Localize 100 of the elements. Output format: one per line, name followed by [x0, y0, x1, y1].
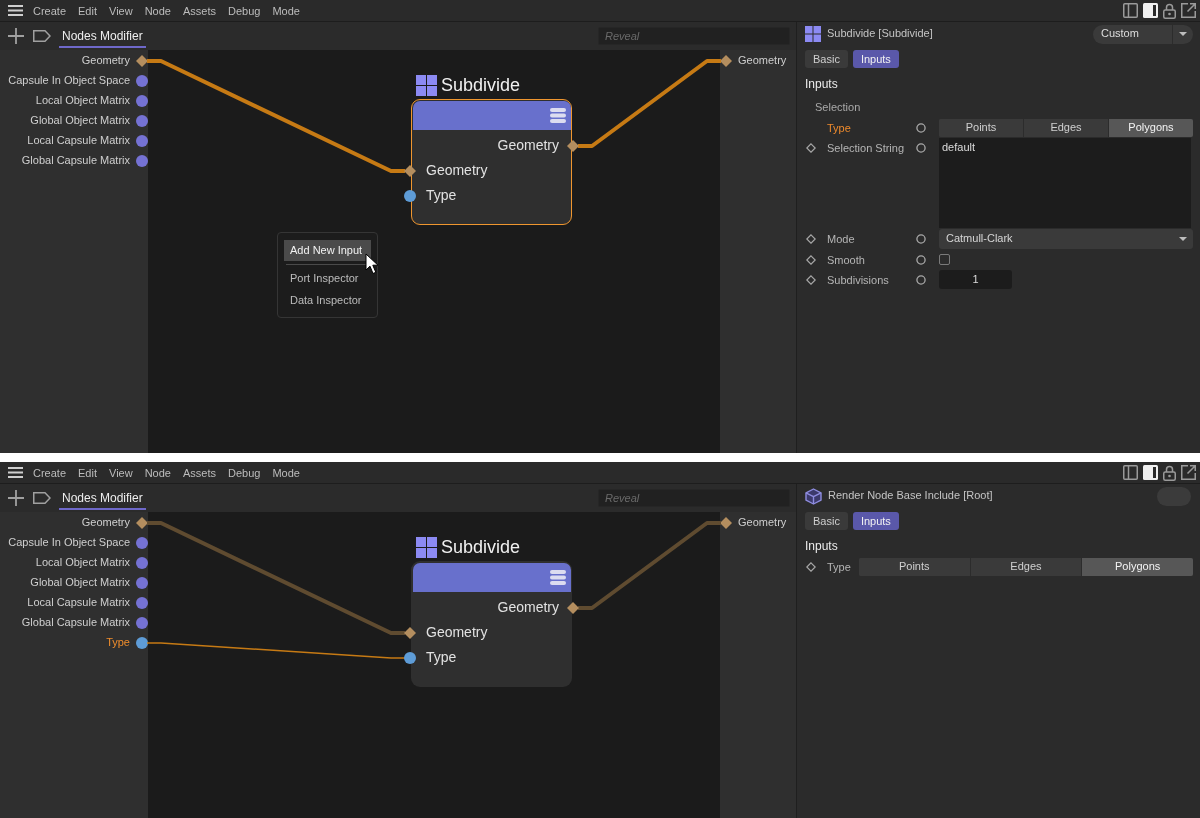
node-card[interactable]: Geometry Geometry Type: [404, 561, 579, 687]
text-area[interactable]: default: [939, 138, 1191, 228]
tab[interactable]: Basic: [805, 50, 848, 68]
menu-item[interactable]: Edit: [72, 0, 103, 21]
menu-item[interactable]: Assets: [176, 0, 222, 21]
search-field[interactable]: Reveal: [598, 489, 790, 507]
port-label: Capsule In Object Space: [8, 536, 130, 550]
panel-title: Subdivide [Subdivide]: [827, 27, 933, 41]
menu-item[interactable]: Create: [27, 0, 73, 21]
port-dot-icon[interactable]: [136, 597, 148, 609]
section-heading: Inputs: [805, 76, 839, 92]
port-diamond-icon[interactable]: [404, 627, 416, 639]
mode-dropdown[interactable]: Catmull-Clark: [939, 229, 1193, 249]
segment-option[interactable]: Polygons: [1108, 119, 1193, 137]
panel-icon[interactable]: [1143, 465, 1158, 480]
port-diamond-icon[interactable]: [720, 55, 732, 67]
port-diamond-icon[interactable]: [404, 165, 416, 177]
menu-item[interactable]: Node: [138, 0, 177, 21]
layout-icon[interactable]: [1123, 465, 1138, 480]
menu-item[interactable]: Port Inspector: [284, 267, 371, 289]
port-dot-icon[interactable]: [136, 135, 148, 147]
menu-icon[interactable]: [8, 5, 23, 16]
port-circle-icon[interactable]: [916, 123, 926, 133]
plus-icon[interactable]: [8, 28, 24, 44]
port-dot-icon[interactable]: [136, 95, 148, 107]
port-label: Local Object Matrix: [35, 94, 130, 108]
port-dot-icon[interactable]: [136, 557, 148, 569]
port-diamond-icon[interactable]: [567, 602, 579, 614]
menu-item[interactable]: Edit: [72, 462, 103, 483]
port-diamond-icon[interactable]: [136, 517, 148, 529]
keyframe-icon[interactable]: [806, 234, 816, 244]
menu-item[interactable]: View: [103, 462, 139, 483]
keyframe-icon[interactable]: [806, 274, 816, 285]
port-diamond-icon[interactable]: [136, 55, 148, 67]
field-label: Smooth: [827, 252, 866, 268]
node-card[interactable]: Geometry Geometry Type: [404, 99, 579, 225]
keyframe-icon[interactable]: [806, 143, 816, 153]
port-label: Global Capsule Matrix: [21, 154, 130, 168]
number-field[interactable]: 1: [939, 270, 1012, 289]
port-dot-icon[interactable]: [136, 537, 148, 549]
menu-item[interactable]: Mode: [266, 0, 306, 21]
menu-item[interactable]: Data Inspector: [284, 289, 371, 311]
panel-icon[interactable]: [1143, 3, 1158, 18]
port-circle-icon[interactable]: [916, 254, 926, 265]
port-circle-icon[interactable]: [916, 234, 926, 244]
panel-title: Render Node Base Include [Root]: [828, 489, 993, 503]
node-grid-icon: [416, 74, 437, 96]
port-label: Local Object Matrix: [35, 556, 130, 570]
checkbox[interactable]: [939, 254, 950, 265]
expand-icon[interactable]: [1181, 3, 1196, 18]
lock-icon[interactable]: [1163, 2, 1176, 19]
port-dot-icon[interactable]: [404, 190, 416, 202]
port-dot-icon[interactable]: [136, 155, 148, 167]
port-dot-icon[interactable]: [136, 637, 148, 649]
preset-dropdown[interactable]: Custom: [1093, 24, 1193, 44]
lock-icon[interactable]: [1163, 464, 1176, 481]
search-field[interactable]: Reveal: [598, 27, 790, 45]
tab[interactable]: Basic: [805, 512, 848, 530]
port-circle-icon[interactable]: [916, 143, 926, 153]
port-label: Type: [426, 187, 457, 205]
field-label: Subdivisions: [827, 272, 890, 288]
port-dot-icon[interactable]: [136, 577, 148, 589]
caret-icon: [1179, 32, 1187, 36]
port-label: Global Capsule Matrix: [21, 616, 130, 630]
port-label: Geometry: [426, 624, 488, 642]
menu-item[interactable]: Add New Input: [284, 240, 371, 261]
caret-icon: [1179, 237, 1187, 241]
section-heading: Inputs: [805, 538, 839, 554]
port-label: Geometry: [81, 516, 130, 530]
menu-item[interactable]: Debug: [221, 0, 267, 21]
port-dot-icon[interactable]: [136, 617, 148, 629]
port-diamond-icon[interactable]: [567, 140, 579, 152]
node-grid-icon: [805, 26, 821, 42]
menu-icon[interactable]: [8, 467, 23, 478]
port-label: Type: [426, 649, 457, 667]
port-circle-icon[interactable]: [916, 274, 926, 285]
editor-tab[interactable]: Nodes Modifier: [59, 24, 146, 48]
expand-icon[interactable]: [1181, 465, 1196, 480]
tag-icon[interactable]: [33, 492, 51, 504]
tab[interactable]: Inputs: [852, 50, 899, 68]
port-dot-icon[interactable]: [136, 75, 148, 87]
plus-icon[interactable]: [8, 490, 24, 506]
menu-item[interactable]: Mode: [266, 462, 306, 483]
port-dot-icon[interactable]: [136, 115, 148, 127]
menu-item[interactable]: View: [103, 0, 139, 21]
node-grid-icon: [416, 536, 437, 558]
tab[interactable]: Inputs: [852, 512, 899, 530]
tag-icon[interactable]: [33, 30, 51, 42]
menu-item[interactable]: Node: [138, 462, 177, 483]
port-diamond-icon[interactable]: [720, 517, 732, 529]
segment-option[interactable]: Polygons: [1081, 558, 1193, 576]
menu-item[interactable]: Debug: [221, 462, 267, 483]
menu-item[interactable]: Create: [27, 462, 73, 483]
editor-tab[interactable]: Nodes Modifier: [59, 486, 146, 510]
port-dot-icon[interactable]: [404, 652, 416, 664]
keyframe-icon[interactable]: [806, 562, 816, 572]
layout-icon[interactable]: [1123, 3, 1138, 18]
port-label: Geometry: [81, 54, 130, 68]
keyframe-icon[interactable]: [806, 254, 816, 265]
menu-item[interactable]: Assets: [176, 462, 222, 483]
